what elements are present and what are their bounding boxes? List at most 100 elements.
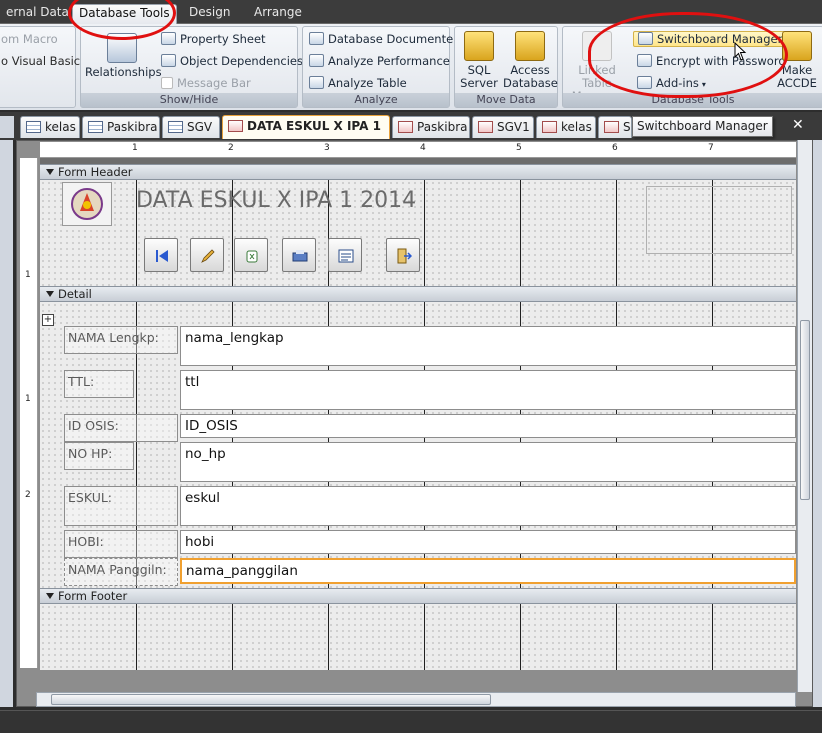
access-database-icon xyxy=(515,31,545,61)
scroll-thumb[interactable] xyxy=(800,320,810,500)
doc-tab-kelas[interactable]: kelas xyxy=(20,116,80,138)
move-data-group: SQL Server Access Database Move Data xyxy=(454,26,558,108)
layout-selector-icon[interactable]: + xyxy=(42,314,54,326)
highlight-circle-switchboard xyxy=(588,12,788,98)
form-footer-section[interactable] xyxy=(40,604,796,670)
form-header-section[interactable]: DATA ESKUL X IPA 1 2014 xyxy=(40,180,796,286)
edit-button[interactable] xyxy=(190,238,224,272)
doc-tab-paskibra[interactable]: Paskibra xyxy=(82,116,160,138)
sql-server-button[interactable]: SQL Server xyxy=(457,31,501,90)
doc-tab-paskibra-form[interactable]: Paskibra xyxy=(392,116,470,138)
ruler-mark: 1 xyxy=(25,394,31,404)
property-sheet-button[interactable]: Property Sheet xyxy=(161,29,266,49)
field-nama-panggilan[interactable]: nama_panggilan xyxy=(180,558,796,584)
form-icon xyxy=(228,120,243,132)
label-no-hp[interactable]: NO HP: xyxy=(64,442,134,470)
ruler-mark: 7 xyxy=(708,143,714,153)
school-logo-icon xyxy=(71,188,103,220)
field-eskul[interactable]: eskul xyxy=(180,486,796,526)
ruler-mark: 3 xyxy=(324,143,330,153)
ruler-mark: 2 xyxy=(228,143,234,153)
status-bar xyxy=(0,710,822,733)
form-footer-band[interactable]: Form Footer xyxy=(40,588,796,604)
macro-group: om Macro o Visual Basic xyxy=(0,26,80,108)
property-sheet-icon xyxy=(161,32,176,45)
ruler-mark: 1 xyxy=(25,270,31,280)
database-documenter-button[interactable]: Database Documenter xyxy=(309,29,458,49)
horizontal-ruler: 1 2 3 4 5 6 7 xyxy=(40,142,796,158)
form-icon xyxy=(604,121,619,133)
doc-tab-sgv1[interactable]: SGV1 xyxy=(472,116,534,138)
access-database-button[interactable]: Access Database xyxy=(503,31,558,90)
navigation-pane-collapsed[interactable] xyxy=(0,140,13,707)
analyze-performance-button[interactable]: Analyze Performance xyxy=(309,51,450,71)
tooltip: Switchboard Manager xyxy=(632,116,773,137)
doc-tab-s[interactable]: S xyxy=(598,116,632,138)
ruler-mark: 5 xyxy=(516,143,522,153)
object-dependencies-icon xyxy=(161,54,176,67)
delete-button[interactable] xyxy=(234,238,268,272)
form-header-band[interactable]: Form Header xyxy=(40,164,796,180)
exit-button[interactable] xyxy=(386,238,420,272)
table-icon xyxy=(26,121,41,133)
ruler-mark: 1 xyxy=(132,143,138,153)
analyze-caption: Analyze xyxy=(303,93,449,107)
save-icon xyxy=(292,250,308,262)
detail-section[interactable]: + NAMA Lengkp: nama_lengkap TTL: ttl ID … xyxy=(40,302,796,588)
field-id-osis[interactable]: ID_OSIS xyxy=(180,414,796,438)
form-canvas: Form Header DATA ESKUL X IPA 1 2014 Deta… xyxy=(40,158,796,670)
performance-icon xyxy=(309,54,324,67)
checkbox-icon xyxy=(161,77,173,89)
move-data-caption: Move Data xyxy=(455,93,557,107)
documenter-icon xyxy=(309,32,324,45)
form-icon xyxy=(478,121,493,133)
tab-arrange[interactable]: Arrange xyxy=(248,4,308,24)
field-no-hp[interactable]: no_hp xyxy=(180,442,796,482)
field-ttl[interactable]: ttl xyxy=(180,370,796,410)
tab-design[interactable]: Design xyxy=(183,4,236,24)
label-eskul[interactable]: ESKUL: xyxy=(64,486,178,526)
form-title[interactable]: DATA ESKUL X IPA 1 2014 xyxy=(136,188,416,213)
visual-basic-button[interactable]: o Visual Basic xyxy=(1,51,80,71)
table-icon xyxy=(168,121,183,133)
analyze-table-button[interactable]: Analyze Table xyxy=(309,73,407,93)
vertical-scrollbar[interactable] xyxy=(797,140,812,692)
edit-icon xyxy=(201,249,215,263)
horizontal-scrollbar[interactable] xyxy=(36,692,796,707)
doc-tab-kelas-form[interactable]: kelas xyxy=(536,116,596,138)
label-id-osis[interactable]: ID OSIS: xyxy=(64,414,178,442)
sql-server-icon xyxy=(464,31,494,61)
tab-external-data[interactable]: ernal Data xyxy=(0,4,75,24)
first-record-button[interactable] xyxy=(144,238,178,272)
label-ttl[interactable]: TTL: xyxy=(64,370,134,398)
scroll-thumb[interactable] xyxy=(51,694,491,705)
form-icon xyxy=(398,121,413,133)
run-macro-button[interactable]: om Macro xyxy=(1,29,58,49)
object-dependencies-button[interactable]: Object Dependencies xyxy=(161,51,303,71)
close-icon[interactable]: ✕ xyxy=(792,117,804,133)
form-view-button[interactable] xyxy=(328,238,362,272)
form-icon xyxy=(338,249,354,263)
show-hide-caption: Show/Hide xyxy=(81,93,297,107)
title-placeholder-box xyxy=(646,186,792,254)
ruler-mark: 4 xyxy=(420,143,426,153)
nav-pane-toggle[interactable] xyxy=(0,116,14,138)
exit-icon xyxy=(397,248,412,264)
delete-icon xyxy=(246,250,258,263)
ruler-mark: 6 xyxy=(612,143,618,153)
field-hobi[interactable]: hobi xyxy=(180,530,796,554)
first-record-icon xyxy=(156,250,168,262)
label-nama-panggilan[interactable]: NAMA Panggiln: xyxy=(64,558,178,586)
logo-image[interactable] xyxy=(62,182,112,226)
analyze-group: Database Documenter Analyze Performance … xyxy=(302,26,458,108)
label-nama-lengkap[interactable]: NAMA Lengkp: xyxy=(64,326,178,354)
field-nama-lengkap[interactable]: nama_lengkap xyxy=(180,326,796,366)
label-hobi[interactable]: HOBI: xyxy=(64,530,178,558)
message-bar-checkbox[interactable]: Message Bar xyxy=(161,73,251,93)
detail-band[interactable]: Detail xyxy=(40,286,796,302)
form-icon xyxy=(542,121,557,133)
analyze-table-icon xyxy=(309,76,324,89)
save-button[interactable] xyxy=(282,238,316,272)
doc-tab-data-eskul[interactable]: DATA ESKUL X IPA 1 2014 xyxy=(222,115,390,153)
doc-tab-sgv[interactable]: SGV xyxy=(162,116,220,138)
